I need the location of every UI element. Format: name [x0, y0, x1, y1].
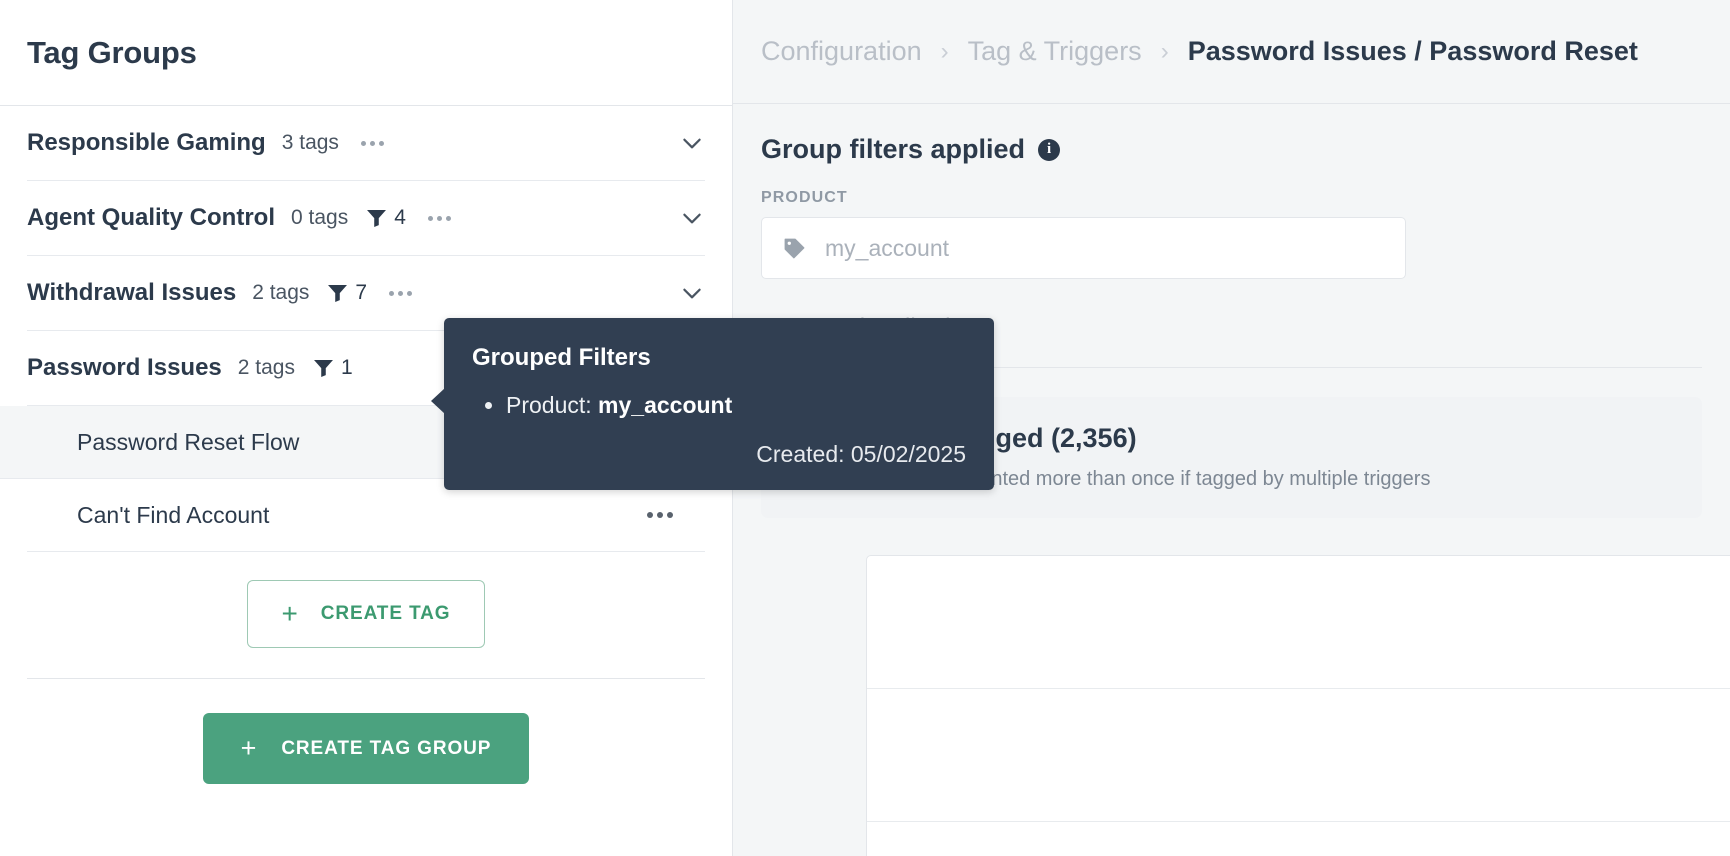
plus-icon: + [281, 598, 299, 629]
create-tag-group-label: CREATE TAG GROUP [281, 737, 492, 759]
tag-group-filter-count: 4 [394, 206, 406, 229]
group-filters-title: Group filters applied [761, 134, 1026, 164]
page-title: Tag Groups [27, 34, 197, 70]
create-tag-container: + CREATE TAG [27, 552, 705, 679]
tooltip-filter-item: Product: my_account [506, 392, 966, 419]
sidebar-header: Tag Groups [0, 0, 732, 106]
tag-group-count: 3 tags [281, 131, 339, 154]
breadcrumb-item-current: Password Issues / Password Reset [1187, 36, 1638, 66]
create-tag-label: CREATE TAG [320, 603, 451, 624]
tag-label: Can't Find Account [77, 501, 270, 528]
tag-icon [782, 236, 807, 261]
breadcrumb-item-tag-triggers[interactable]: Tag & Triggers [968, 36, 1142, 67]
tag-group-name: Password Issues [27, 354, 222, 381]
tag-group-filter-count: 7 [355, 281, 368, 304]
breadcrumb-separator-icon: › [940, 37, 949, 65]
chevron-down-icon[interactable] [679, 130, 705, 156]
product-field-value: my_account [825, 234, 950, 261]
chevron-down-icon[interactable] [679, 280, 705, 306]
funnel-icon [366, 209, 387, 227]
funnel-icon [327, 284, 348, 302]
chevron-down-icon[interactable] [679, 205, 705, 231]
tag-group-filter-chip[interactable]: 7 [327, 281, 367, 305]
tag-label: Password Reset Flow [77, 428, 300, 455]
tooltip-filter-value: my_account [598, 392, 733, 418]
tag-more-icon[interactable] [647, 512, 673, 518]
tag-group-count: 0 tags [291, 206, 349, 229]
table-row[interactable] [867, 556, 1730, 689]
funnel-icon [313, 359, 334, 377]
app-root: Tag Groups Responsible Gaming 3 tags Age… [0, 0, 1730, 856]
tag-group-filter-count: 1 [340, 356, 353, 379]
create-tag-group-button[interactable]: + CREATE TAG GROUP [202, 713, 530, 784]
tag-group-more-icon[interactable] [360, 140, 384, 146]
tag-group-name: Withdrawal Issues [27, 279, 237, 306]
tooltip-filter-prefix: Product: [506, 392, 599, 418]
create-tag-group-container: + CREATE TAG GROUP [27, 679, 705, 784]
tag-group-name: Agent Quality Control [27, 204, 275, 231]
tooltip-filter-list: Product: my_account [472, 392, 966, 419]
group-filters-section: Group filters applied i PRODUCT my_accou… [733, 104, 1730, 279]
product-field[interactable]: my_account [761, 217, 1406, 279]
tag-group-filter-chip[interactable]: 1 [313, 356, 353, 380]
info-icon[interactable]: i [1038, 138, 1061, 161]
create-tag-button[interactable]: + CREATE TAG [246, 580, 486, 648]
table-row[interactable] [867, 689, 1730, 822]
product-field-label: PRODUCT [761, 189, 848, 206]
breadcrumb-separator-icon: › [1160, 37, 1169, 65]
breadcrumb-item-configuration[interactable]: Configuration [761, 36, 922, 67]
breadcrumb: Configuration › Tag & Triggers › Passwor… [733, 0, 1730, 104]
tag-group-count: 2 tags [237, 356, 295, 379]
tooltip-created-date: Created: 05/02/2025 [756, 441, 966, 467]
tooltip-title: Grouped Filters [472, 344, 651, 371]
tag-group-filter-chip[interactable]: 4 [366, 206, 406, 230]
tag-group-more-icon[interactable] [427, 215, 451, 221]
group-filters-header: Group filters applied i [761, 134, 1702, 165]
tag-group-name: Responsible Gaming [27, 129, 266, 156]
grouped-filters-tooltip: Grouped Filters Product: my_account Crea… [431, 318, 994, 490]
plus-icon: + [240, 733, 258, 763]
tag-group-more-icon[interactable] [389, 290, 413, 296]
tag-group-row-responsible-gaming[interactable]: Responsible Gaming 3 tags [27, 106, 705, 181]
tag-group-count: 2 tags [252, 281, 310, 304]
interactions-table [866, 555, 1730, 856]
tag-group-row-agent-quality-control[interactable]: Agent Quality Control 0 tags 4 [27, 181, 705, 256]
